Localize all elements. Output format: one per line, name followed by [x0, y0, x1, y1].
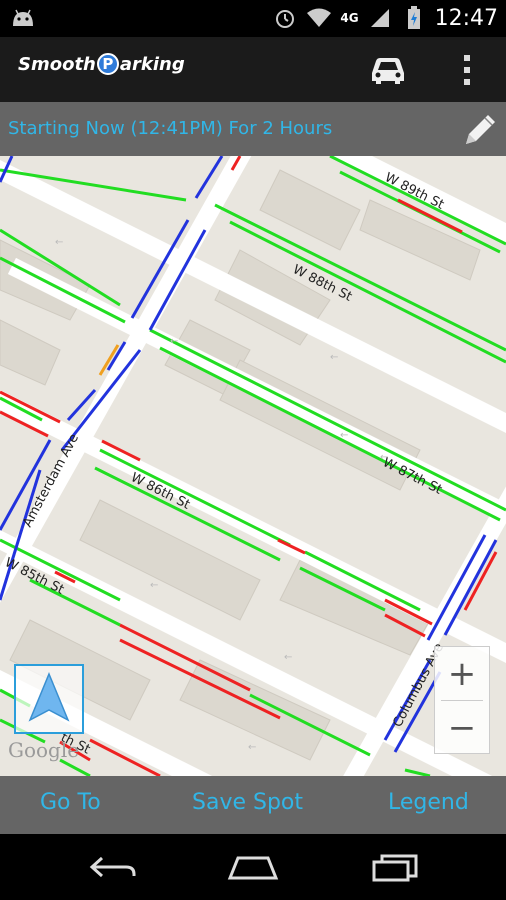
system-nav-bar	[0, 834, 506, 900]
battery-icon	[401, 5, 427, 31]
clock: 12:47	[434, 5, 498, 31]
svg-text:←: ←	[150, 580, 158, 591]
pencil-icon[interactable]	[460, 110, 500, 150]
navigation-arrow-icon	[28, 672, 70, 722]
svg-text:←: ←	[330, 352, 338, 363]
avenue-label-amsterdam: Amsterdam Ave	[20, 432, 82, 530]
status-bar: 4G 12:47	[0, 0, 506, 37]
alarm-icon	[272, 5, 298, 31]
back-icon[interactable]	[88, 852, 140, 882]
svg-text:←: ←	[248, 742, 256, 753]
logo-text-right: arking	[119, 53, 185, 75]
app-logo: Smooth P arking	[18, 53, 185, 75]
bottom-action-bar: Go To Save Spot Legend	[0, 776, 506, 834]
android-icon	[10, 6, 36, 32]
parking-time-text[interactable]: Starting Now (12:41PM) For 2 Hours	[8, 118, 332, 139]
time-bar: Starting Now (12:41PM) For 2 Hours	[0, 102, 506, 156]
save-spot-button[interactable]: Save Spot	[192, 790, 303, 815]
overflow-menu-icon[interactable]	[455, 51, 479, 89]
zoom-out-button[interactable]: −	[435, 701, 489, 754]
svg-text:←: ←	[340, 430, 348, 441]
zoom-in-button[interactable]: +	[435, 647, 489, 700]
app-bar: Smooth P arking	[0, 37, 506, 102]
goto-button[interactable]: Go To	[40, 790, 101, 815]
svg-text:←: ←	[170, 336, 178, 347]
signal-icon	[367, 5, 393, 31]
network-type: 4G	[340, 11, 359, 25]
logo-badge: P	[96, 53, 119, 75]
home-icon[interactable]	[226, 852, 279, 882]
recents-icon[interactable]	[370, 852, 422, 882]
google-attribution: Google	[8, 738, 80, 762]
my-location-button[interactable]	[14, 664, 84, 734]
wifi-icon	[306, 5, 332, 31]
svg-text:←: ←	[284, 652, 292, 663]
car-icon[interactable]	[368, 53, 408, 87]
zoom-controls: + −	[434, 646, 490, 754]
svg-text:←: ←	[55, 237, 63, 248]
logo-text-left: Smooth	[18, 53, 96, 75]
svg-text:←: ←	[380, 452, 388, 463]
legend-button[interactable]: Legend	[388, 790, 469, 815]
